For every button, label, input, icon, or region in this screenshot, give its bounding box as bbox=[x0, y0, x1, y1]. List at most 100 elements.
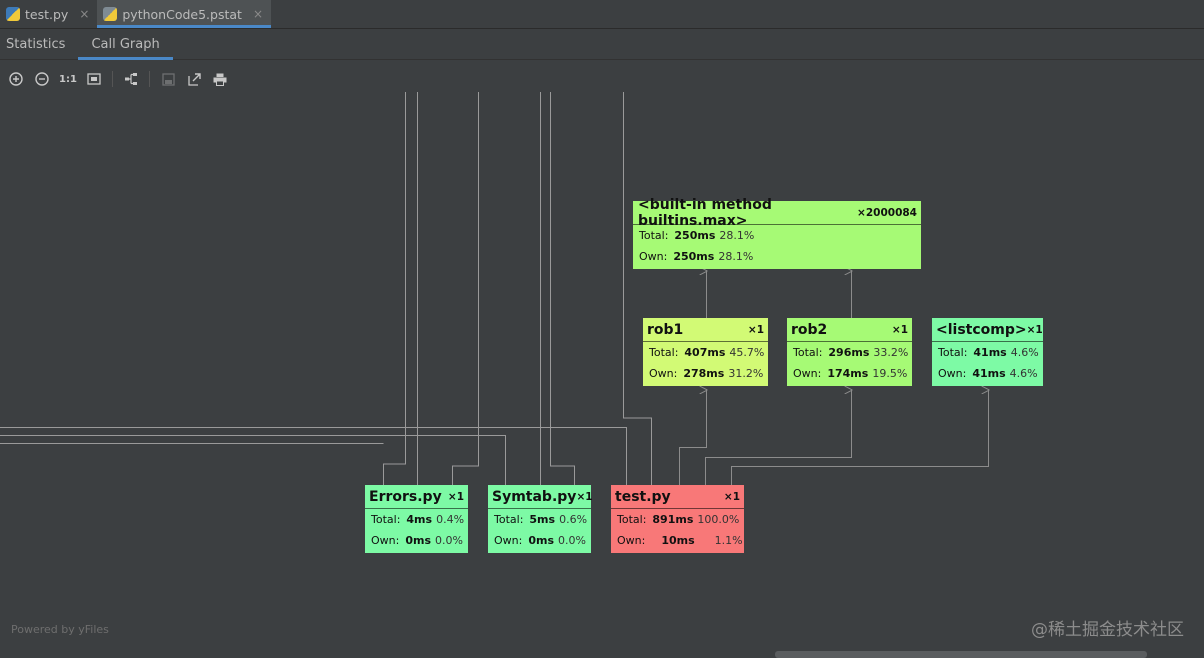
edge bbox=[623, 92, 652, 485]
total-ms: 891ms bbox=[652, 513, 694, 526]
actual-size-button[interactable]: 1:1 bbox=[58, 69, 78, 89]
own-label: Own: bbox=[938, 367, 967, 380]
own-ms: 250ms bbox=[673, 250, 715, 263]
node-call-count: ×2000084 bbox=[857, 206, 917, 219]
zoom-in-icon[interactable] bbox=[6, 69, 26, 89]
edge bbox=[550, 92, 575, 485]
node-name: rob2 bbox=[791, 321, 828, 338]
graph-toolbar: 1:1 bbox=[0, 66, 1204, 92]
node-call-count: ×1 bbox=[1026, 323, 1043, 336]
editor-tab-label: test.py bbox=[25, 6, 69, 22]
layout-icon[interactable] bbox=[121, 69, 141, 89]
total-label: Total: bbox=[649, 346, 679, 359]
toolbar-separator bbox=[149, 71, 150, 87]
powered-by-text: Powered by yFiles bbox=[11, 623, 109, 636]
call-node-listcomp[interactable]: <listcomp> ×1 Total: 41ms 4.6% Own: 41ms… bbox=[932, 318, 1043, 386]
own-ms: 0ms bbox=[528, 534, 555, 547]
zoom-out-icon[interactable] bbox=[32, 69, 52, 89]
own-label: Own: bbox=[793, 367, 822, 380]
print-icon[interactable] bbox=[210, 69, 230, 89]
total-label: Total: bbox=[617, 513, 647, 526]
total-pct: 45.7% bbox=[729, 346, 765, 359]
node-name: Symtab.py bbox=[492, 488, 577, 505]
own-label: Own: bbox=[649, 367, 678, 380]
own-label: Own: bbox=[371, 534, 400, 547]
total-pct: 0.6% bbox=[559, 513, 588, 526]
edge bbox=[452, 92, 479, 485]
total-ms: 250ms bbox=[674, 229, 716, 242]
node-own-row: Own: 250ms 28.1% bbox=[633, 246, 921, 267]
save-icon[interactable] bbox=[158, 69, 178, 89]
total-pct: 0.4% bbox=[436, 513, 465, 526]
own-pct: 1.1% bbox=[714, 534, 743, 547]
call-node-symtab-py[interactable]: Symtab.py ×1 Total: 5ms 0.6% Own: 0ms 0.… bbox=[488, 485, 593, 553]
node-total-row: Total: 41ms 4.6% bbox=[932, 342, 1043, 363]
total-label: Total: bbox=[494, 513, 524, 526]
total-pct: 28.1% bbox=[719, 229, 755, 242]
own-label: Own: bbox=[494, 534, 523, 547]
total-label: Total: bbox=[793, 346, 823, 359]
call-graph-canvas[interactable]: <built-in method builtins.max> ×2000084 … bbox=[0, 92, 1204, 658]
node-name: rob1 bbox=[647, 321, 684, 338]
edge-test-rob2 bbox=[705, 390, 852, 485]
export-icon[interactable] bbox=[184, 69, 204, 89]
own-ms: 41ms bbox=[972, 367, 1006, 380]
horizontal-scrollbar[interactable] bbox=[775, 651, 1147, 658]
total-pct: 4.6% bbox=[1010, 346, 1039, 359]
fit-content-icon[interactable] bbox=[84, 69, 104, 89]
close-icon[interactable]: × bbox=[253, 7, 263, 21]
editor-tab-label: pythonCode5.pstat bbox=[122, 6, 242, 22]
node-total-row: Total: 891ms 100.0% bbox=[611, 509, 744, 530]
node-own-row: Own: 278ms 31.2% bbox=[643, 363, 768, 384]
tab-call-graph[interactable]: Call Graph bbox=[78, 29, 174, 60]
edge-test-rob1 bbox=[679, 390, 707, 485]
own-pct: 31.2% bbox=[728, 367, 764, 380]
total-label: Total: bbox=[938, 346, 968, 359]
node-call-count: ×1 bbox=[447, 490, 464, 503]
node-call-count: ×1 bbox=[747, 323, 764, 336]
own-label: Own: bbox=[639, 250, 668, 263]
tab-statistics[interactable]: Statistics bbox=[0, 29, 78, 59]
edge-test-listcomp bbox=[731, 390, 989, 485]
close-icon[interactable]: × bbox=[79, 7, 89, 21]
call-node-test-py[interactable]: test.py ×1 Total: 891ms 100.0% Own: 10ms… bbox=[611, 485, 744, 553]
profiler-view-tabs: Statistics Call Graph bbox=[0, 29, 1204, 60]
node-own-row: Own: 0ms 0.0% bbox=[365, 530, 468, 551]
call-node-rob1[interactable]: rob1 ×1 Total: 407ms 45.7% Own: 278ms 31… bbox=[643, 318, 768, 386]
edge bbox=[383, 92, 406, 485]
node-name: <built-in method builtins.max> bbox=[638, 196, 772, 229]
total-ms: 407ms bbox=[684, 346, 726, 359]
total-label: Total: bbox=[639, 229, 669, 242]
total-ms: 41ms bbox=[973, 346, 1007, 359]
editor-tab-bar: test.py × pythonCode5.pstat × bbox=[0, 0, 1204, 29]
edge bbox=[0, 435, 506, 485]
own-ms: 174ms bbox=[827, 367, 869, 380]
own-pct: 19.5% bbox=[872, 367, 908, 380]
own-pct: 0.0% bbox=[558, 534, 586, 547]
node-total-row: Total: 407ms 45.7% bbox=[643, 342, 768, 363]
editor-tab-pstat[interactable]: pythonCode5.pstat × bbox=[97, 0, 271, 28]
pstat-file-icon bbox=[103, 7, 118, 21]
own-ms: 10ms bbox=[661, 534, 695, 547]
own-pct: 4.6% bbox=[1009, 367, 1038, 380]
python-file-icon bbox=[6, 7, 20, 21]
editor-tab-test-py[interactable]: test.py × bbox=[0, 0, 97, 28]
call-node-builtins-max[interactable]: <built-in method builtins.max> ×2000084 … bbox=[633, 197, 921, 269]
total-label: Total: bbox=[371, 513, 401, 526]
call-node-errors-py[interactable]: Errors.py ×1 Total: 4ms 0.4% Own: 0ms 0.… bbox=[365, 485, 468, 553]
toolbar-separator bbox=[112, 71, 113, 87]
total-ms: 5ms bbox=[529, 513, 556, 526]
call-node-rob2[interactable]: rob2 ×1 Total: 296ms 33.2% Own: 174ms 19… bbox=[787, 318, 912, 386]
node-total-row: Total: 296ms 33.2% bbox=[787, 342, 912, 363]
own-pct: 28.1% bbox=[718, 250, 754, 263]
node-total-row: Total: 4ms 0.4% bbox=[365, 509, 468, 530]
node-call-count: ×1 bbox=[891, 323, 908, 336]
node-own-row: Own: 10ms 1.1% bbox=[611, 530, 744, 551]
node-own-row: Own: 0ms 0.0% bbox=[488, 530, 591, 551]
node-name: Errors.py bbox=[369, 488, 442, 505]
node-own-row: Own: 174ms 19.5% bbox=[787, 363, 912, 384]
node-call-count: ×1 bbox=[723, 490, 740, 503]
node-call-count: ×1 bbox=[576, 490, 593, 503]
own-ms: 278ms bbox=[683, 367, 725, 380]
own-pct: 0.0% bbox=[435, 534, 463, 547]
